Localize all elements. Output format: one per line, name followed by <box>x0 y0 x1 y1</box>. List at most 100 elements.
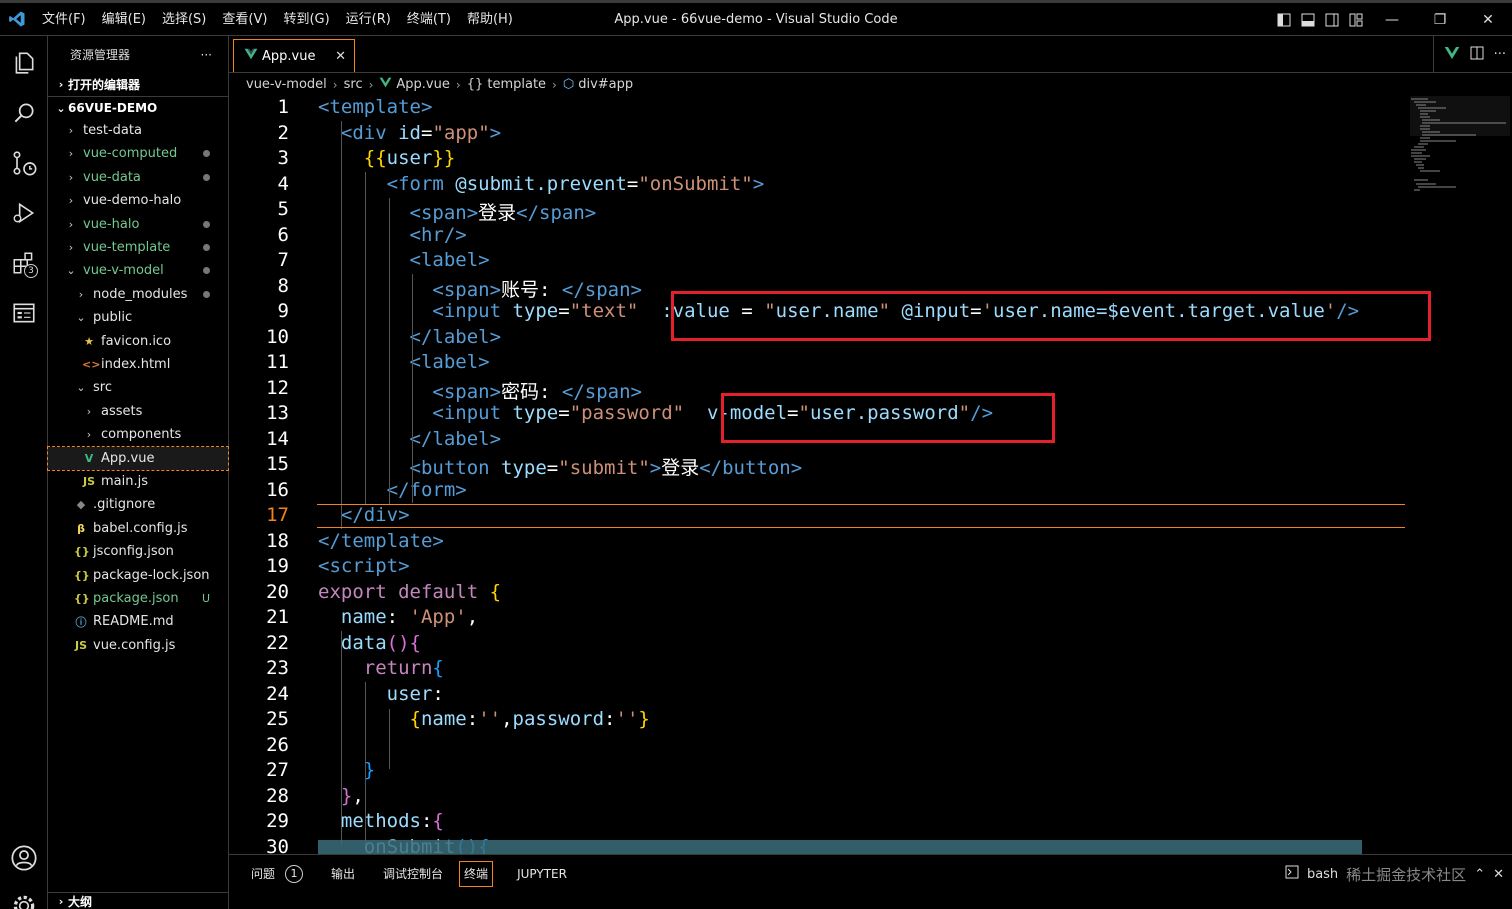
folder-assets[interactable]: › assets <box>48 400 228 423</box>
project-section[interactable]: ⌄ 66VUE-DEMO <box>48 96 228 119</box>
editor-actions: ··· <box>1432 36 1506 73</box>
source-control-icon[interactable] <box>0 138 48 188</box>
git-status-dot <box>203 173 210 181</box>
file-jsconfig-json[interactable]: {} jsconfig.json <box>48 540 228 563</box>
tab-output[interactable]: 输出 <box>321 861 365 887</box>
line-number: 21 <box>266 606 289 628</box>
menu-item-5[interactable]: 运行(R) <box>338 3 399 36</box>
folder-node-modules[interactable]: › node_modules <box>48 283 228 306</box>
tab-app-vue[interactable]: App.vue ✕ <box>233 39 355 72</box>
indent-guide <box>341 631 342 845</box>
more-editor-actions-icon[interactable]: ··· <box>1494 47 1506 62</box>
vscode-logo-icon <box>0 3 34 36</box>
menu-item-1[interactable]: 编辑(E) <box>94 3 154 36</box>
tree-item-label: index.html <box>101 357 171 372</box>
code-line: <script> <box>318 555 410 577</box>
toggle-secondary-sidebar-icon[interactable] <box>1320 3 1344 36</box>
indent-guide <box>412 376 413 503</box>
toggle-panel-icon[interactable] <box>1296 3 1320 36</box>
extensions-icon[interactable]: 3 <box>0 238 48 288</box>
menu-item-4[interactable]: 转到(G) <box>275 3 337 36</box>
tab-debug-console[interactable]: 调试控制台 <box>373 861 453 887</box>
outline-section[interactable]: › 大纲 <box>48 892 229 909</box>
close-panel-icon[interactable]: ✕ <box>1493 867 1504 882</box>
file-index-html[interactable]: <> index.html <box>48 353 228 376</box>
minimap[interactable] <box>1406 96 1512 854</box>
terminal-label[interactable]: bash <box>1307 867 1338 882</box>
tree-item-label: babel.config.js <box>93 520 188 536</box>
menu-item-2[interactable]: 选择(S) <box>154 3 214 36</box>
remote-explorer-icon[interactable] <box>0 288 48 338</box>
file-main-js[interactable]: JS main.js <box>48 470 228 493</box>
menu-item-7[interactable]: 帮助(H) <box>459 3 521 36</box>
vue-branch-icon[interactable] <box>1444 46 1460 64</box>
tab-problems[interactable]: 问题 1 <box>241 861 313 887</box>
run-debug-icon[interactable] <box>0 188 48 238</box>
tree-item-label: package.json <box>93 591 179 606</box>
tree-item-label: package-lock.json <box>93 567 210 583</box>
menu-item-0[interactable]: 文件(F) <box>34 3 94 36</box>
breadcrumb-item[interactable]: App.vue <box>396 77 449 92</box>
open-editors-section[interactable]: › 打开的编辑器 <box>48 73 228 96</box>
file-package-json[interactable]: {} package.json U <box>48 587 228 610</box>
restore-icon[interactable]: ❐ <box>1416 3 1464 36</box>
folder-public[interactable]: ⌄ public <box>48 306 228 329</box>
folder-vue-v-model[interactable]: ⌄ vue-v-model <box>48 259 228 282</box>
line-number: 23 <box>266 657 289 679</box>
tree-item-label: node_modules <box>93 286 188 302</box>
folder-vue-demo-halo[interactable]: › vue-demo-halo <box>48 189 228 212</box>
activity-bar: 3 <box>0 36 48 909</box>
code-line: <button type="submit">登录</button> <box>409 457 803 479</box>
file--gitignore[interactable]: ◆ .gitignore <box>48 493 228 516</box>
tree-item-label: vue-template <box>83 240 171 255</box>
folder-vue-template[interactable]: › vue-template <box>48 236 228 259</box>
line-number: 12 <box>266 376 289 399</box>
folder-vue-data[interactable]: › vue-data <box>48 166 228 189</box>
horizontal-scrollbar[interactable] <box>318 840 1362 854</box>
folder-vue-halo[interactable]: › vue-halo <box>48 213 228 236</box>
breadcrumb-item[interactable]: vue-v-model <box>246 77 327 92</box>
explorer-icon[interactable] <box>0 38 48 88</box>
line-number: 30 <box>266 835 289 855</box>
folder-test-data[interactable]: › test-data <box>48 119 228 142</box>
account-icon[interactable] <box>0 833 48 883</box>
more-actions-icon[interactable]: ··· <box>201 48 212 62</box>
chevron-right-icon: › <box>68 217 74 231</box>
file-app-vue[interactable]: V App.vue <box>47 445 229 471</box>
chevron-down-icon: ⌄ <box>66 264 76 278</box>
bottom-panel: 问题 1 输出 调试控制台 终端 JUPYTER bash 稀土掘金技术社区 ⌃… <box>229 854 1512 892</box>
menu-item-6[interactable]: 终端(T) <box>399 3 459 36</box>
folder-components[interactable]: › components <box>48 423 228 446</box>
code-editor[interactable]: 1 <template> 2 <div id="app"> 3 {{user}} 4 <… <box>229 96 1512 854</box>
menu-item-3[interactable]: 查看(V) <box>214 3 275 36</box>
tree-item-label: test-data <box>83 123 142 138</box>
settings-gear-icon[interactable] <box>0 881 48 909</box>
code-line: <template> <box>318 96 433 118</box>
chevron-up-icon[interactable]: ⌃ <box>1474 867 1485 882</box>
terminal-icon[interactable] <box>1285 865 1299 883</box>
line-number: 5 <box>277 198 289 220</box>
minimize-icon[interactable]: — <box>1368 3 1416 36</box>
tab-terminal[interactable]: 终端 <box>459 860 494 887</box>
folder-src[interactable]: ⌄ src <box>48 376 228 399</box>
file-favicon-ico[interactable]: ★ favicon.ico <box>48 330 228 353</box>
close-window-icon[interactable]: ✕ <box>1464 3 1512 36</box>
git-status-mark: U <box>201 592 210 605</box>
title-bar: 文件(F) 编辑(E) 选择(S) 查看(V) 转到(G) 运行(R) 终端(T) 帮助(H)… <box>0 0 1512 36</box>
customize-layout-icon[interactable] <box>1344 3 1368 36</box>
toggle-sidebar-icon[interactable] <box>1272 3 1296 36</box>
breadcrumb-item[interactable]: div#app <box>578 77 633 92</box>
folder-vue-computed[interactable]: › vue-computed <box>48 142 228 165</box>
search-icon[interactable] <box>0 88 48 138</box>
code-line: </template> <box>318 529 444 552</box>
breadcrumb-item[interactable]: {} template <box>467 77 546 92</box>
file-vue-config-js[interactable]: JS vue.config.js <box>48 634 228 657</box>
breadcrumb-item[interactable]: src <box>344 77 363 92</box>
file-readme-md[interactable]: ⓘ README.md <box>48 610 228 633</box>
star-icon: ★ <box>84 334 94 348</box>
split-editor-icon[interactable] <box>1470 46 1484 64</box>
close-tab-icon[interactable]: ✕ <box>335 49 346 64</box>
tab-jupyter[interactable]: JUPYTER <box>507 861 577 887</box>
file-package-lock-json[interactable]: {} package-lock.json <box>48 564 228 587</box>
file-babel-config-js[interactable]: β babel.config.js <box>48 517 228 540</box>
